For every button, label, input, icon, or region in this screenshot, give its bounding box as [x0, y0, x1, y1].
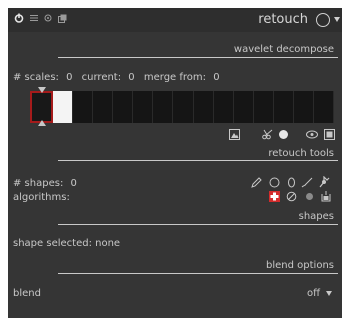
chevron-down-icon — [326, 290, 332, 296]
show-mask-icon[interactable] — [324, 129, 335, 143]
algorithms-label: algorithms: — [13, 192, 70, 203]
header-icons — [14, 13, 67, 23]
scales-value: 0 — [66, 72, 73, 83]
merge-from-value: 0 — [213, 72, 220, 83]
wavelet-scale-cell[interactable] — [153, 91, 174, 123]
presets-menu-icon[interactable] — [30, 14, 38, 22]
wavelet-scale-cell[interactable] — [253, 91, 274, 123]
section-divider — [58, 273, 338, 274]
scales-label: # scales: — [13, 72, 59, 83]
wavelet-scale-cell[interactable] — [73, 91, 94, 123]
section-divider — [58, 57, 338, 58]
current-label: current: — [81, 72, 122, 83]
section-shapes: shapes — [298, 211, 334, 222]
blend-mode-value: off — [306, 288, 320, 299]
cut-icon[interactable] — [262, 129, 274, 143]
blur-algorithm-icon[interactable] — [305, 192, 314, 204]
section-divider — [58, 224, 338, 225]
continuous-creation-icon[interactable] — [318, 175, 330, 191]
retouch-module-panel: retouch wavelet decompose # scales: 0 cu… — [8, 8, 342, 318]
ellipse-shape-icon[interactable] — [287, 177, 296, 191]
blend-label: blend — [13, 288, 41, 299]
wavelet-scale-cell[interactable] — [30, 91, 54, 123]
wavelet-scale-cell[interactable] — [313, 91, 334, 123]
module-header: retouch — [8, 8, 342, 32]
wavelet-scale-cell[interactable] — [293, 91, 314, 123]
module-title: retouch — [258, 12, 308, 27]
shapes-count-value: 0 — [70, 178, 77, 189]
section-divider — [58, 160, 338, 161]
wavelet-scale-bar[interactable] — [30, 91, 334, 123]
preview-single-scale-icon[interactable] — [306, 130, 318, 142]
scales-readout: # scales: 0 current: 0 merge from: 0 — [13, 72, 220, 83]
wavelet-scale-cell[interactable] — [133, 91, 154, 123]
clone-algorithm-icon[interactable] — [286, 191, 297, 205]
reset-icon[interactable] — [44, 14, 52, 22]
preset-circle-icon[interactable] — [316, 13, 330, 27]
wavelet-scale-cell[interactable] — [93, 91, 114, 123]
shape-selected-text: shape selected: none — [13, 238, 121, 249]
wavelet-scale-cell[interactable] — [213, 91, 234, 123]
multi-instance-icon[interactable] — [58, 14, 67, 23]
power-icon[interactable] — [14, 13, 24, 23]
path-shape-icon[interactable] — [251, 177, 262, 191]
wavelet-scale-cell[interactable] — [113, 91, 134, 123]
section-blend-options: blend options — [266, 260, 334, 271]
paste-scale-icon[interactable] — [278, 129, 289, 143]
wavelet-scale-cell[interactable] — [53, 91, 74, 123]
wavelet-scale-cell[interactable] — [173, 91, 194, 123]
display-wavelet-scale-icon[interactable] — [229, 129, 240, 143]
blend-mode-dropdown[interactable]: off — [307, 288, 332, 299]
wavelet-scale-cell[interactable] — [273, 91, 294, 123]
shapes-count-label: # shapes: — [13, 178, 64, 189]
section-wavelet-decompose: wavelet decompose — [233, 44, 334, 55]
merge-from-marker-icon[interactable] — [38, 87, 46, 93]
heal-algorithm-icon[interactable] — [269, 191, 280, 205]
brush-shape-icon[interactable] — [301, 177, 313, 191]
wavelet-scale-cell[interactable] — [233, 91, 254, 123]
shapes-count-readout: # shapes: 0 — [13, 178, 77, 189]
merge-from-label: merge from: — [143, 72, 207, 83]
section-retouch-tools: retouch tools — [268, 148, 334, 159]
fill-algorithm-icon[interactable] — [321, 191, 331, 205]
wavelet-scale-cell[interactable] — [193, 91, 214, 123]
circle-shape-icon[interactable] — [269, 177, 280, 191]
current-scale-marker-icon[interactable] — [38, 120, 46, 126]
current-value: 0 — [128, 72, 135, 83]
chevron-down-icon[interactable] — [334, 17, 340, 22]
